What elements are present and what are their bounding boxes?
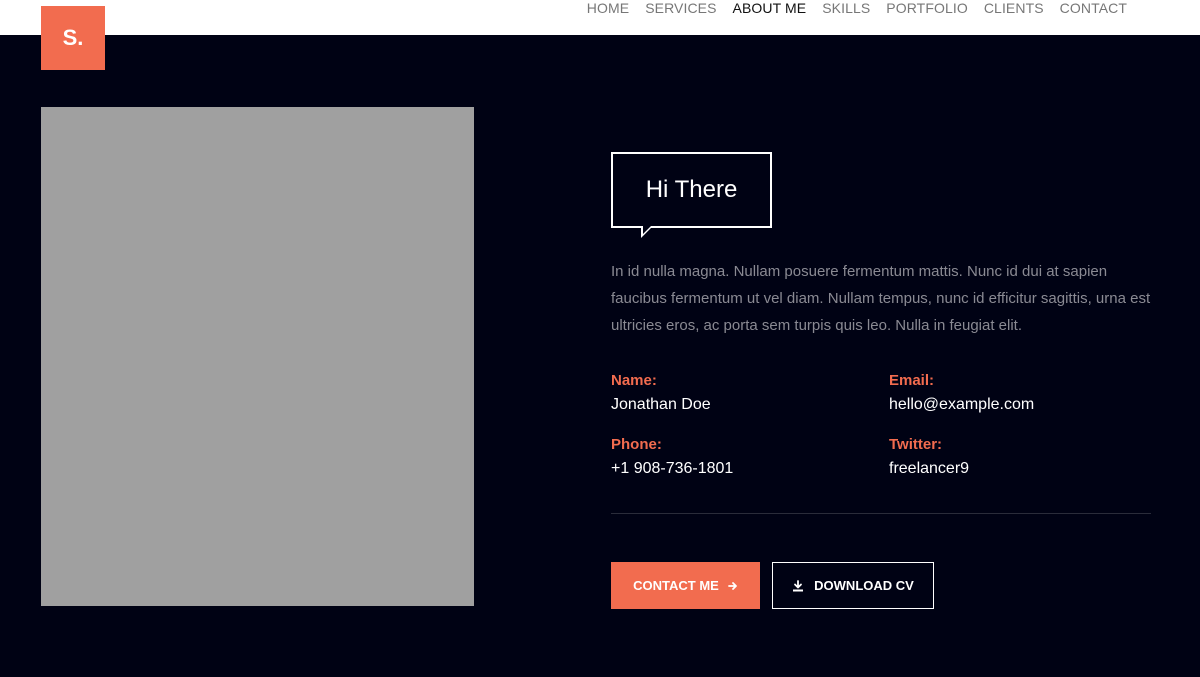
- email-label: Email:: [889, 372, 935, 389]
- contact-me-label: CONTACT ME: [633, 578, 719, 593]
- section-divider: [611, 513, 1151, 514]
- nav-item-skills[interactable]: SKILLS: [814, 0, 878, 18]
- main-nav: HOME SERVICES ABOUT ME SKILLS PORTFOLIO …: [579, 0, 1135, 18]
- about-heading: Hi There: [645, 176, 738, 203]
- twitter-label: Twitter:: [889, 436, 943, 453]
- arrow-right-icon: [727, 581, 737, 590]
- nav-item-clients[interactable]: CLIENTS: [976, 0, 1052, 18]
- nav-item-portfolio[interactable]: PORTFOLIO: [878, 0, 976, 18]
- name-value: Jonathan Doe: [611, 396, 711, 413]
- speech-bubble-heading: Hi There: [611, 152, 772, 228]
- twitter-value[interactable]: freelancer9: [889, 460, 969, 478]
- download-cv-label: DOWNLOAD CV: [814, 578, 914, 593]
- logo[interactable]: S.: [41, 6, 105, 70]
- name-label: Name:: [611, 372, 657, 389]
- nav-item-about-me[interactable]: ABOUT ME: [725, 0, 815, 18]
- download-icon: [793, 579, 804, 591]
- profile-photo-placeholder: [41, 107, 474, 606]
- about-intro-text: In id nulla magna. Nullam posuere fermen…: [611, 263, 1151, 334]
- phone-value[interactable]: +1 908-736-1801: [611, 460, 733, 478]
- download-cv-button[interactable]: DOWNLOAD CV: [772, 562, 934, 609]
- phone-label: Phone:: [611, 436, 662, 453]
- speech-bubble-tail-inner: [643, 226, 651, 234]
- logo-text: S.: [62, 25, 84, 50]
- email-value[interactable]: hello@example.com: [889, 396, 1034, 414]
- nav-item-services[interactable]: SERVICES: [637, 0, 724, 18]
- nav-item-home[interactable]: HOME: [579, 0, 637, 18]
- contact-me-button[interactable]: CONTACT ME: [611, 562, 760, 609]
- nav-item-contact[interactable]: CONTACT: [1052, 0, 1135, 18]
